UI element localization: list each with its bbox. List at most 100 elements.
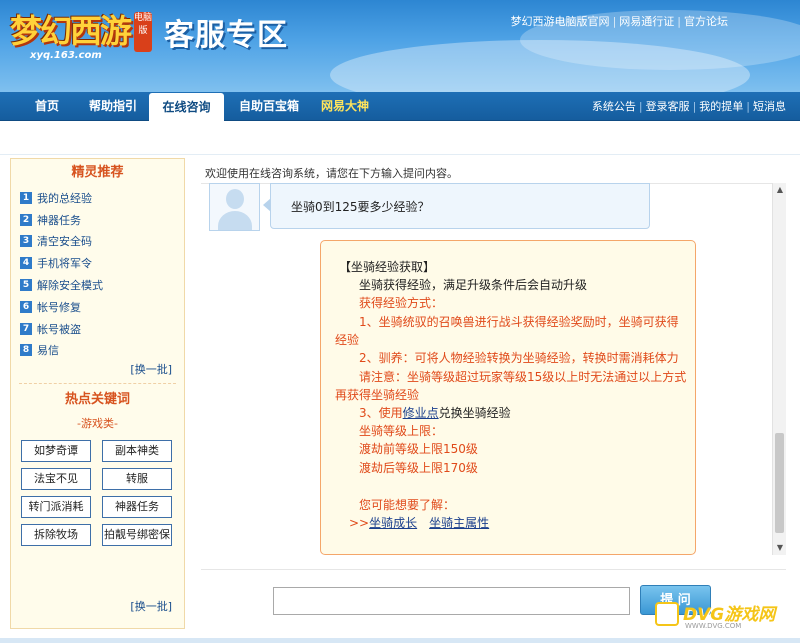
item-number: 3 — [20, 235, 32, 248]
user-avatar-icon — [209, 183, 260, 231]
recommend-item[interactable]: 6 帐号修复 — [20, 296, 184, 318]
recommend-list: 1 我的总经验 2 神器任务 3 清空安全码 4 手机将军令 5 解除安全模式 6 帐号修复… — [11, 187, 184, 361]
limit-2: 渡劫后等级上限170级 — [359, 461, 478, 475]
more-prefix: >> — [349, 516, 370, 530]
xiuye-point-link[interactable]: 修业点 — [403, 406, 439, 420]
recommend-item[interactable]: 3 清空安全码 — [20, 231, 184, 253]
my-tickets-link[interactable]: 我的提单 — [699, 100, 743, 113]
answer-intro: 坐骑获得经验，满足升级条件后会自动升级 — [359, 278, 588, 292]
avatar-head — [226, 189, 244, 209]
note-line2: 再获得坐骑经验 — [335, 388, 420, 402]
question-input[interactable] — [273, 587, 630, 615]
refresh-keywords-link[interactable]: [换一批] — [130, 598, 172, 614]
item-label: 解除安全模式 — [37, 279, 103, 293]
keyword-button[interactable]: 法宝不见 — [21, 468, 91, 491]
scroll-up-arrow-icon[interactable]: ▲ — [773, 183, 787, 197]
logo-badge: 电脑版 — [134, 12, 152, 52]
recommend-item[interactable]: 8 易信 — [20, 340, 184, 362]
method-title: 获得经验方式： — [359, 296, 444, 310]
scroll-thumb[interactable] — [775, 433, 784, 533]
note-line1: 请注意：坐骑等级超过玩家等级15级以上时无法通过以上方式 — [359, 370, 687, 384]
recommend-item[interactable]: 7 帐号被盗 — [20, 318, 184, 340]
sub-nav-band — [0, 121, 800, 155]
messages-link[interactable]: 短消息 — [753, 100, 786, 113]
chat-scrollbar[interactable]: ▲ ▼ — [772, 183, 786, 555]
item-number: 1 — [20, 191, 32, 204]
avatar-body — [218, 211, 252, 230]
answer-heading: 【坐骑经验获取】 — [339, 260, 436, 274]
mount-growth-link[interactable]: 坐骑成长 — [369, 516, 417, 530]
tab-home[interactable]: 首页 — [22, 92, 72, 121]
item-label: 帐号被盗 — [37, 322, 81, 336]
refresh-recommend-link[interactable]: [换一批] — [11, 361, 184, 379]
recommend-item[interactable]: 5 解除安全模式 — [20, 274, 184, 296]
method-3-prefix: 3、使用 — [359, 406, 403, 420]
game-logo[interactable]: 梦幻西游 电脑版 xyq.163.com — [10, 6, 158, 70]
bubble-arrow — [263, 198, 271, 212]
official-site-link[interactable]: 梦幻西游电脑版官网 — [511, 15, 610, 28]
scroll-down-arrow-icon[interactable]: ▼ — [773, 541, 787, 555]
keyword-grid: 如梦奇谭 副本神类 法宝不见 转服 转门派消耗 神器任务 拆除牧场 拍靓号绑密保 — [11, 436, 184, 547]
method-2: 2、驯养：可将人物经验转换为坐骑经验，转换时需消耗体力 — [359, 351, 679, 365]
separator: | — [638, 100, 643, 113]
keyword-button[interactable]: 转门派消耗 — [21, 496, 91, 519]
limit-1: 渡劫前等级上限150级 — [359, 442, 478, 456]
main-nav: 首页 帮助指引 在线咨询 自助百宝箱 网易大神 系统公告 | 登录客服 | 我的提单 | 短… — [0, 92, 800, 122]
item-label: 帐号修复 — [37, 300, 81, 314]
keyword-button[interactable]: 拆除牧场 — [21, 524, 91, 547]
site-watermark: DVG游戏网 WWW.DVG.COM — [655, 600, 795, 640]
welcome-message: 欢迎使用在线咨询系统，请您在下方输入提问内容。 — [205, 167, 458, 180]
recommend-item[interactable]: 4 手机将军令 — [20, 252, 184, 274]
method-1-line1: 1、坐骑统驭的召唤兽进行战斗获得经验奖励时，坐骑可获得 — [359, 315, 679, 329]
question-text: 坐骑0到125要多少经验？ — [291, 200, 430, 214]
page-title: 客服专区 — [164, 18, 288, 53]
separator: | — [612, 15, 617, 28]
item-label: 手机将军令 — [37, 257, 92, 271]
separator: | — [746, 100, 750, 113]
limit-title: 坐骑等级上限： — [359, 424, 444, 438]
method-1-line2: 经验 — [335, 333, 360, 347]
keyword-button[interactable]: 副本神类 — [102, 440, 172, 463]
item-number: 8 — [20, 344, 32, 357]
method-3-suffix: 兑换坐骑经验 — [438, 406, 511, 420]
forum-link[interactable]: 官方论坛 — [684, 15, 728, 28]
separator: | — [677, 15, 681, 28]
item-label: 易信 — [37, 344, 59, 358]
keyword-button[interactable]: 如梦奇谭 — [21, 440, 91, 463]
header-banner: 梦幻西游 电脑版 xyq.163.com 客服专区 梦幻西游电脑版官网 | 网易通行… — [0, 0, 800, 92]
item-label: 神器任务 — [37, 213, 81, 227]
recommend-title: 精灵推荐 — [71, 165, 124, 180]
sidebar: 精灵推荐 1 我的总经验 2 神器任务 3 清空安全码 4 手机将军令 5 解除安全模式 … — [10, 158, 185, 629]
logo-url: xyq.163.com — [30, 50, 102, 61]
passport-link[interactable]: 网易通行证 — [619, 15, 674, 28]
hot-category-label: -游戏类- — [77, 417, 118, 431]
system-notice-link[interactable]: 系统公告 — [592, 100, 636, 113]
item-number: 2 — [20, 213, 32, 226]
method-3: 3、使用修业点兑换坐骑经验 — [359, 404, 511, 422]
keyword-button[interactable]: 神器任务 — [102, 496, 172, 519]
recommend-item[interactable]: 1 我的总经验 — [20, 187, 184, 209]
answer-bubble: 【坐骑经验获取】 坐骑获得经验，满足升级条件后会自动升级 获得经验方式： 1、坐… — [320, 240, 696, 555]
item-number: 6 — [20, 300, 32, 313]
nav-right-links: 系统公告 | 登录客服 | 我的提单 | 短消息 — [592, 92, 786, 121]
tab-netease-dashen[interactable]: 网易大神 — [314, 92, 376, 121]
tab-self-service[interactable]: 自助百宝箱 — [230, 92, 308, 121]
recommend-item[interactable]: 2 神器任务 — [20, 209, 184, 231]
input-divider — [201, 569, 786, 570]
separator: | — [692, 100, 697, 113]
tab-online-consult[interactable]: 在线咨询 — [149, 93, 224, 122]
keyword-button[interactable]: 转服 — [102, 468, 172, 491]
user-question-bubble: 坐骑0到125要多少经验？ — [263, 183, 650, 229]
item-number: 5 — [20, 279, 32, 292]
item-number: 7 — [20, 322, 32, 335]
keyword-button[interactable]: 拍靓号绑密保 — [102, 524, 172, 547]
top-links: 梦幻西游电脑版官网 | 网易通行证 | 官方论坛 — [511, 13, 728, 29]
watermark-subtext: WWW.DVG.COM — [685, 622, 742, 630]
item-number: 4 — [20, 257, 32, 270]
hot-keywords-title: 热点关键词 — [64, 392, 130, 408]
login-service-link[interactable]: 登录客服 — [646, 100, 690, 113]
logo-text: 梦幻西游 — [10, 12, 132, 50]
mount-attribute-link[interactable]: 坐骑主属性 — [429, 516, 489, 530]
footer-strip — [0, 638, 800, 643]
tab-help[interactable]: 帮助指引 — [80, 92, 146, 121]
